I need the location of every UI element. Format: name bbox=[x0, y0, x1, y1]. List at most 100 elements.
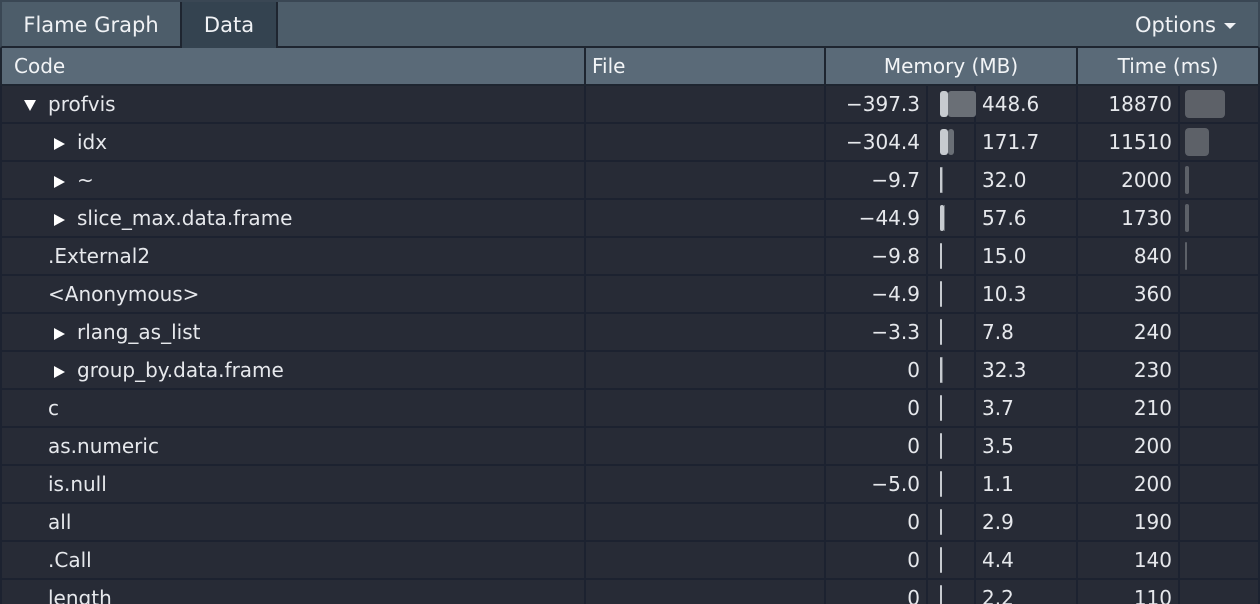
tab-flame-graph[interactable]: Flame Graph bbox=[2, 2, 182, 48]
table-row[interactable]: group_by.data.frame 0 32.3 230 bbox=[0, 352, 1260, 390]
memory-dealloc-bar bbox=[940, 243, 942, 269]
memory-alloc-bar bbox=[948, 129, 954, 155]
column-header-time[interactable]: Time (ms) bbox=[1078, 48, 1260, 84]
time-bar bbox=[1185, 166, 1189, 194]
memory-dealloc-value: −304.4 bbox=[845, 130, 920, 154]
table-row[interactable]: is.null −5.0 1.1 200 bbox=[0, 466, 1260, 504]
table-row[interactable]: all 0 2.9 190 bbox=[0, 504, 1260, 542]
code-label: rlang_as_list bbox=[77, 320, 201, 344]
memory-bar-cell bbox=[926, 580, 976, 604]
time-value: 200 bbox=[1133, 434, 1172, 458]
caret-down-icon bbox=[1224, 23, 1236, 29]
code-label: all bbox=[48, 510, 72, 534]
table-row[interactable]: idx −304.4 171.7 11510 bbox=[0, 124, 1260, 162]
code-cell: as.numeric bbox=[0, 428, 586, 464]
file-cell bbox=[586, 428, 826, 464]
memory-dealloc-bar bbox=[940, 433, 942, 459]
memory-dealloc-bar bbox=[940, 471, 942, 497]
memory-dealloc-value: 0 bbox=[907, 358, 920, 382]
triangle-right-icon[interactable] bbox=[54, 365, 65, 378]
time-bar-cell bbox=[1178, 162, 1260, 198]
code-cell: idx bbox=[0, 124, 586, 160]
memory-alloc-bar bbox=[942, 167, 943, 193]
time-bar-cell bbox=[1178, 276, 1260, 312]
column-header-file[interactable]: File bbox=[586, 48, 826, 84]
table-row[interactable]: .External2 −9.8 15.0 840 bbox=[0, 238, 1260, 276]
memory-bar-cell bbox=[926, 352, 976, 388]
triangle-right-icon[interactable] bbox=[54, 213, 65, 226]
time-bar-cell bbox=[1178, 390, 1260, 426]
code-cell: c bbox=[0, 390, 586, 426]
memory-bar-cell bbox=[926, 504, 976, 540]
column-header-memory[interactable]: Memory (MB) bbox=[826, 48, 1078, 84]
time-bar-cell bbox=[1178, 124, 1260, 160]
triangle-right-icon[interactable] bbox=[54, 137, 65, 150]
table-row[interactable]: c 0 3.7 210 bbox=[0, 390, 1260, 428]
memory-bar-cell bbox=[926, 542, 976, 578]
memory-alloc-value: 171.7 bbox=[976, 124, 1078, 160]
table-row[interactable]: slice_max.data.frame −44.9 57.6 1730 bbox=[0, 200, 1260, 238]
column-header-code[interactable]: Code bbox=[0, 48, 586, 84]
time-value: 2000 bbox=[1121, 168, 1172, 192]
memory-dealloc-value: −4.9 bbox=[871, 282, 920, 306]
table-row[interactable]: rlang_as_list −3.3 7.8 240 bbox=[0, 314, 1260, 352]
memory-dealloc-bar bbox=[940, 129, 948, 155]
memory-bar-cell bbox=[926, 162, 976, 198]
table-row[interactable]: <Anonymous> −4.9 10.3 360 bbox=[0, 276, 1260, 314]
memory-dealloc-bar bbox=[940, 585, 942, 604]
triangle-right-icon[interactable] bbox=[54, 175, 65, 188]
file-cell bbox=[586, 504, 826, 540]
table-row[interactable]: as.numeric 0 3.5 200 bbox=[0, 428, 1260, 466]
memory-alloc-value: 3.7 bbox=[976, 390, 1078, 426]
time-value: 190 bbox=[1133, 510, 1172, 534]
time-bar bbox=[1185, 204, 1189, 232]
file-cell bbox=[586, 542, 826, 578]
table-row[interactable]: profvis −397.3 448.6 18870 bbox=[0, 86, 1260, 124]
memory-dealloc-bar bbox=[940, 509, 942, 535]
time-value: 210 bbox=[1133, 396, 1172, 420]
memory-alloc-bar bbox=[948, 91, 976, 117]
triangle-down-icon[interactable] bbox=[24, 100, 36, 111]
memory-alloc-bar bbox=[944, 205, 945, 231]
file-cell bbox=[586, 390, 826, 426]
memory-bar-cell bbox=[926, 124, 976, 160]
memory-alloc-value: 448.6 bbox=[976, 86, 1078, 122]
memory-dealloc-bar bbox=[940, 547, 942, 573]
time-value: 230 bbox=[1133, 358, 1172, 382]
code-label: profvis bbox=[48, 92, 116, 116]
code-cell: length bbox=[0, 580, 586, 604]
tab-data[interactable]: Data bbox=[182, 2, 278, 48]
time-bar-cell bbox=[1178, 428, 1260, 464]
memory-dealloc-value: 0 bbox=[907, 396, 920, 420]
file-cell bbox=[586, 124, 826, 160]
memory-dealloc-value: 0 bbox=[907, 586, 920, 604]
table-row[interactable]: .Call 0 4.4 140 bbox=[0, 542, 1260, 580]
memory-bar-cell bbox=[926, 314, 976, 350]
time-value: 200 bbox=[1133, 472, 1172, 496]
memory-alloc-value: 2.9 bbox=[976, 504, 1078, 540]
time-value: 140 bbox=[1133, 548, 1172, 572]
file-cell bbox=[586, 580, 826, 604]
memory-bar-cell bbox=[926, 466, 976, 502]
code-label: .Call bbox=[48, 548, 92, 572]
memory-dealloc-value: 0 bbox=[907, 510, 920, 534]
file-cell bbox=[586, 200, 826, 236]
memory-dealloc-value: 0 bbox=[907, 434, 920, 458]
memory-alloc-value: 7.8 bbox=[976, 314, 1078, 350]
options-menu-button[interactable]: Options bbox=[1135, 2, 1236, 48]
time-bar-cell bbox=[1178, 466, 1260, 502]
table-row[interactable]: length 0 2.2 110 bbox=[0, 580, 1260, 604]
table-row[interactable]: ~ −9.7 32.0 2000 bbox=[0, 162, 1260, 200]
memory-dealloc-bar bbox=[940, 319, 942, 345]
code-label: slice_max.data.frame bbox=[77, 206, 293, 230]
code-cell: is.null bbox=[0, 466, 586, 502]
table-header: Code File Memory (MB) Time (ms) bbox=[0, 48, 1260, 86]
time-bar-cell bbox=[1178, 580, 1260, 604]
table-body: profvis −397.3 448.6 18870 idx −304.4 171.7 115… bbox=[0, 86, 1260, 604]
code-cell: rlang_as_list bbox=[0, 314, 586, 350]
code-cell: <Anonymous> bbox=[0, 276, 586, 312]
time-bar-cell bbox=[1178, 352, 1260, 388]
triangle-right-icon[interactable] bbox=[54, 327, 65, 340]
code-label: length bbox=[48, 586, 112, 604]
time-value: 840 bbox=[1133, 244, 1172, 268]
